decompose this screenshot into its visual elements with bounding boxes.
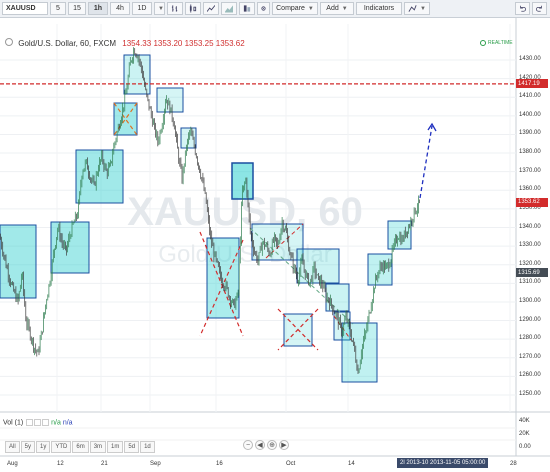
price-tick-label: 1340.00 [519,223,541,230]
range-all[interactable]: All [5,441,20,453]
price-tick-label: 1330.00 [519,242,541,249]
volume-settings-icon[interactable] [26,419,34,426]
legend-title: Gold/U.S. Dollar, 60, FXCM [18,39,117,48]
time-label: 16 [216,461,223,467]
volume-tick: 40K [519,418,530,424]
volume-value-1: n/a [51,419,61,427]
analysis-box[interactable] [0,224,37,299]
price-tick-label: 1400.00 [519,111,541,118]
time-label: 28 [510,461,517,467]
analysis-box[interactable] [113,102,138,136]
range-selector: All 5y 1y YTD 6m 3m 1m 5d 1d [5,441,156,453]
legend-open: 1354.33 [122,39,152,48]
price-tick-label: 1280.00 [519,335,541,342]
range-6m[interactable]: 6m [72,441,89,453]
time-cursor-end: 2013-11-05 05:00:00 [430,460,486,466]
volume-close-icon[interactable] [42,419,50,426]
price-tag: 1417.19 [516,79,548,89]
volume-value-2: n/a [62,419,73,427]
price-tick-label: 1370.00 [519,167,541,174]
price-tick-label: 1310.00 [519,279,541,286]
range-1m[interactable]: 1m [107,441,124,453]
price-tick-label: 1270.00 [519,353,541,360]
time-label: 21 [101,461,108,467]
price-tag: 1353.62 [516,197,548,207]
volume-label: Vol (1) [3,419,24,427]
price-tick-label: 1260.00 [519,372,541,379]
range-5y[interactable]: 5y [20,441,36,453]
range-1d[interactable]: 1d [140,441,155,453]
range-3m[interactable]: 3m [89,441,107,453]
time-label: Sep [150,461,161,467]
scroll-left-icon[interactable]: ◀ [255,440,265,450]
price-tick-label: 1380.00 [519,149,541,156]
price-tick-label: 1320.00 [519,260,541,267]
price-tick-label: 1430.00 [519,56,541,62]
volume-tick: 0.00 [519,444,531,450]
range-ytd[interactable]: YTD [51,441,72,453]
volume-legend: Vol (1) n/a n/a [3,419,73,426]
realtime-label: REALTIME [488,40,513,46]
time-label: Aug [7,461,18,467]
range-5d[interactable]: 5d [124,441,140,453]
chart-canvas[interactable]: XAUUSD, 60 Gold/U.S. Dollar [0,0,550,472]
price-tick-label: 1410.00 [519,93,541,100]
scroll-right-icon[interactable]: ▶ [279,440,289,450]
time-cursor-start: 2l 2013-10 [400,460,429,466]
analysis-box[interactable] [341,322,378,383]
price-tick-label: 1360.00 [519,186,541,193]
legend-close: 1353.62 [215,39,245,48]
chart-legend: Gold/U.S. Dollar, 60, FXCM 1354.33 1353.… [5,38,245,48]
price-tick-label: 1250.00 [519,391,541,397]
realtime-icon [480,40,486,46]
price-tag: 1315.69 [516,268,548,278]
price-tick-label: 1300.00 [519,297,541,304]
time-label: Oct [286,461,296,467]
volume-visibility-icon[interactable] [34,419,42,426]
zoom-controls: − ◀ ⊕ ▶ [243,440,291,450]
time-label: 12 [57,461,64,467]
price-tick-label: 1290.00 [519,316,541,323]
legend-low: 1353.25 [184,39,214,48]
time-cursor-label: 2l 2013-10 2013-11-05 05:00:00 [397,458,489,468]
legend-ohlc: 1354.33 1353.20 1353.25 1353.62 [122,39,244,48]
zoom-in-icon[interactable]: ⊕ [267,440,277,450]
time-label: 14 [348,461,355,467]
legend-expand-icon[interactable] [5,38,13,46]
realtime-badge: REALTIME [480,40,513,46]
price-tick-label: 1390.00 [519,130,541,137]
volume-tick: 20K [519,431,530,437]
legend-high: 1353.20 [153,39,183,48]
zoom-out-icon[interactable]: − [243,440,253,450]
range-1y[interactable]: 1y [36,441,51,453]
